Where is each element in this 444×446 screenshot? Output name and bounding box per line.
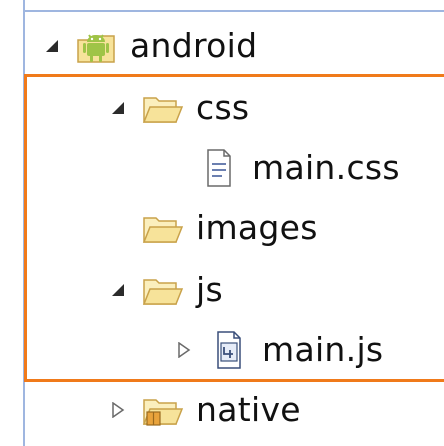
tree-item-label: main.css <box>252 148 400 187</box>
tree-item-label: native <box>196 390 301 429</box>
folder-open-icon <box>140 88 184 128</box>
tree-item-label: android <box>130 26 258 65</box>
css-file-icon <box>196 148 240 188</box>
tree-top-rule <box>23 10 444 12</box>
tree-item-main-css[interactable]: main.css <box>186 140 400 196</box>
android-project-icon <box>74 26 118 66</box>
tree-item-native[interactable]: native <box>106 382 301 438</box>
folder-open-icon <box>140 208 184 248</box>
expand-toggle-expanded-icon[interactable] <box>40 34 64 58</box>
tree-item-js[interactable]: js <box>106 262 223 318</box>
tree-item-label: css <box>196 88 250 127</box>
tree-item-css[interactable]: css <box>106 80 249 136</box>
expand-toggle-expanded-icon[interactable] <box>106 96 130 120</box>
tree-item-label: images <box>196 208 318 247</box>
tree-item-android[interactable]: android <box>40 18 257 74</box>
expand-toggle-collapsed-icon[interactable] <box>106 398 130 422</box>
expand-toggle-expanded-icon[interactable] <box>106 278 130 302</box>
js-file-icon <box>206 330 250 370</box>
tree-item-label: main.js <box>262 330 384 369</box>
package-folder-icon <box>140 390 184 430</box>
expand-toggle-collapsed-icon[interactable] <box>172 338 196 362</box>
tree-item-label: js <box>196 270 223 309</box>
tree-item-images[interactable]: images <box>130 200 318 256</box>
folder-open-icon <box>140 270 184 310</box>
tree-item-main-js[interactable]: main.js <box>172 322 383 378</box>
